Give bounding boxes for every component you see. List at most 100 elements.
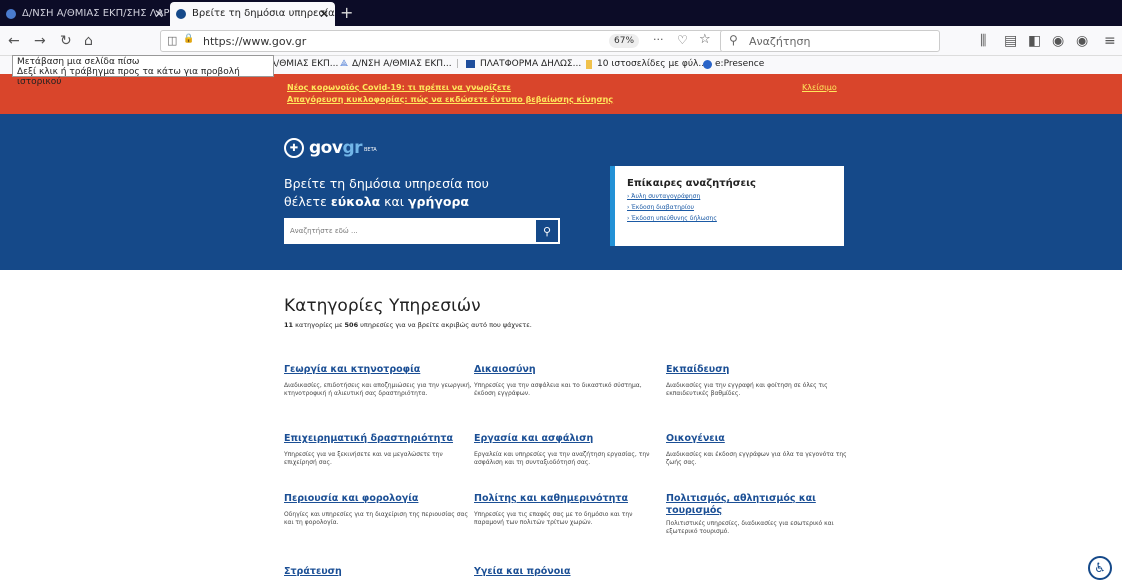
category-link[interactable]: Πολιτισμός, αθλητισμός και τουρισμός xyxy=(666,493,836,517)
category-description: Πολιτιστικές υπηρεσίες, διαδικασίες για … xyxy=(666,520,834,535)
reader-icon[interactable]: ▤ xyxy=(1004,32,1017,50)
logo-gov: gov xyxy=(309,138,343,158)
search-placeholder: Αναζήτηση xyxy=(749,35,811,48)
new-tab-button[interactable]: + xyxy=(340,3,353,23)
categories-title: Κατηγορίες Υπηρεσιών xyxy=(284,296,481,316)
category-link[interactable]: Εκπαίδευση xyxy=(666,364,856,376)
category-card: Δικαιοσύνη Υπηρεσίες για την ασφάλεια κα… xyxy=(474,364,664,398)
category-description: Οδηγίες και υπηρεσίες για τη διαχείριση … xyxy=(284,511,469,526)
service-search-input[interactable]: Αναζητήστε εδώ ... xyxy=(284,218,534,244)
category-card: Οικογένεια Διαδικασίες και έκδοση εγγράφ… xyxy=(666,433,856,467)
beta-badge: BETA xyxy=(364,147,377,153)
tooltip-line: Μετάβαση μια σελίδα πίσω xyxy=(17,57,140,67)
nav-bar: ← → ↻ ⌂ ◫ 🔒 https://www.gov.gr 67% ··· ♡… xyxy=(0,26,1122,56)
bookmark-item[interactable]: 10 ιστοσελίδες με φύλ... xyxy=(597,59,707,69)
tab-title: Δ/ΝΣΗ Α/ΘΜΙΑΣ ΕΚΠ/ΣΗΣ ΛΑΡ xyxy=(22,8,170,19)
category-link[interactable]: Πολίτης και καθημερινότητα xyxy=(474,493,664,505)
tab-dnsi[interactable]: Δ/ΝΣΗ Α/ΘΜΙΑΣ ΕΚΠ/ΣΗΣ ΛΑΡ ✕ xyxy=(0,2,170,26)
lock-icon[interactable]: 🔒 xyxy=(183,34,194,44)
category-card: Περιουσία και φορολογία Οδηγίες και υπηρ… xyxy=(284,493,474,527)
trending-searches-card: Επίκαιρες αναζητήσεις › Άυλη συνταγογράφ… xyxy=(610,166,844,246)
bookmark-item[interactable]: Δ/ΝΣΗ Α/ΘΜΙΑΣ ΕΚΠ... xyxy=(352,59,452,69)
trending-title: Επίκαιρες αναζητήσεις xyxy=(627,178,756,189)
home-icon[interactable]: ⌂ xyxy=(84,32,93,50)
category-description: Υπηρεσίες για τις επαφές σας με το δημόσ… xyxy=(474,511,633,526)
search-icon: ⚲ xyxy=(729,33,738,47)
banner-close-link[interactable]: Κλείσιμο xyxy=(802,83,837,92)
menu-icon[interactable]: ≡ xyxy=(1104,32,1116,50)
category-count: 11 xyxy=(284,321,294,329)
trending-link[interactable]: › Έκδοση υπεύθυνης δήλωσης xyxy=(627,215,844,222)
govgr-logo[interactable]: ✚ govgr BETA xyxy=(284,136,377,160)
category-description: Διαδικασίες και έκδοση εγγράφων για όλα … xyxy=(666,451,847,466)
category-link[interactable]: Επιχειρηματική δραστηριότητα xyxy=(284,433,474,445)
hero-section: ✚ govgr BETA Βρείτε τη δημόσια υπηρεσία … xyxy=(0,114,1122,270)
category-card: Εργασία και ασφάλιση Εργαλεία και υπηρεσ… xyxy=(474,433,664,467)
category-link[interactable]: Εργασία και ασφάλιση xyxy=(474,433,664,445)
tab-favicon xyxy=(6,9,16,19)
tab-favicon xyxy=(176,9,186,19)
hero-text: θέλετε xyxy=(284,194,331,209)
covid-info-link[interactable]: Νέος κορωνοϊός Covid-19: τι πρέπει να γν… xyxy=(287,83,511,92)
tab-title: Βρείτε τη δημόσια υπηρεσία π xyxy=(192,8,335,19)
category-card: Γεωργία και κτηνοτροφία Διαδικασίες, επι… xyxy=(284,364,474,398)
hero-text-bold: εύκολα xyxy=(330,194,381,209)
tab-gov[interactable]: Βρείτε τη δημόσια υπηρεσία π ✕ xyxy=(170,2,335,26)
back-icon[interactable]: ← xyxy=(8,32,20,50)
category-link[interactable]: Στράτευση xyxy=(284,566,474,578)
bookmark-item[interactable]: Α/ΘΜΙΑΣ ΕΚΠ... xyxy=(270,59,338,69)
category-link[interactable]: Γεωργία και κτηνοτροφία xyxy=(284,364,474,376)
movement-permit-link[interactable]: Απαγόρευση κυκλοφορίας: πώς να εκδώσετε … xyxy=(287,95,613,104)
search-icon: ⚲ xyxy=(542,224,552,238)
hero-text: και xyxy=(380,194,408,209)
category-description: Υπηρεσίες για την ασφάλεια και το δικαστ… xyxy=(474,382,642,397)
accessibility-icon: ♿ xyxy=(1094,560,1106,576)
close-icon[interactable]: ✕ xyxy=(154,2,164,26)
extension-icon[interactable]: ◉ xyxy=(1076,32,1088,50)
star-icon[interactable]: ☆ xyxy=(699,32,711,47)
category-link[interactable]: Δικαιοσύνη xyxy=(474,364,664,376)
logo-gr: gr xyxy=(342,138,362,158)
bookmark-item[interactable]: ΠΛΑΤΦΟΡΜΑ ΔΗΛΩΣ... xyxy=(480,59,581,69)
url-text[interactable]: https://www.gov.gr xyxy=(203,35,306,48)
pocket-icon[interactable]: ♡ xyxy=(677,33,688,47)
categories-subtitle: 11 κατηγορίες με 506 υπηρεσίες για να βρ… xyxy=(284,321,532,329)
category-description: Διαδικασίες, επιδοτήσεις και αποζημιώσει… xyxy=(284,382,472,397)
reload-icon[interactable]: ↻ xyxy=(60,32,72,50)
forward-icon[interactable]: → xyxy=(34,32,46,50)
subtitle-text: υπηρεσίες για να βρείτε ακριβώς αυτό που… xyxy=(358,321,532,329)
logo-wordmark: govgr xyxy=(309,138,362,158)
hero-heading-line1: Βρείτε τη δημόσια υπηρεσία που xyxy=(284,176,489,191)
bookmark-icon: ⟁ xyxy=(340,59,349,69)
library-icon[interactable]: ⫼ xyxy=(980,32,986,50)
hero-text-bold: γρήγορα xyxy=(408,194,469,209)
shield-icon[interactable]: ◫ xyxy=(167,34,177,47)
bookmark-item[interactable]: e:Presence xyxy=(715,59,764,69)
accessibility-button[interactable]: ♿ xyxy=(1088,556,1112,580)
close-icon[interactable]: ✕ xyxy=(319,2,329,26)
category-description: Διαδικασίες για την εγγραφή και φοίτηση … xyxy=(666,382,828,397)
account-icon[interactable]: ◉ xyxy=(1052,32,1064,50)
greek-seal-icon: ✚ xyxy=(284,138,304,158)
bookmark-icon xyxy=(703,60,712,69)
hero-heading-line2: θέλετε εύκολα και γρήγορα xyxy=(284,194,469,209)
category-link[interactable]: Υγεία και πρόνοια xyxy=(474,566,664,578)
trending-link[interactable]: › Έκδοση διαβατηρίου xyxy=(627,204,844,211)
tab-strip: Δ/ΝΣΗ Α/ΘΜΙΑΣ ΕΚΠ/ΣΗΣ ΛΑΡ ✕ Βρείτε τη δη… xyxy=(0,0,1122,26)
sidebar-icon[interactable]: ◧ xyxy=(1028,32,1041,50)
search-placeholder: Αναζητήστε εδώ ... xyxy=(290,227,358,235)
bookmark-icon xyxy=(466,60,475,68)
browser-search-input[interactable]: ⚲ Αναζήτηση xyxy=(720,30,940,52)
category-card: Πολίτης και καθημερινότητα Υπηρεσίες για… xyxy=(474,493,664,527)
zoom-level[interactable]: 67% xyxy=(609,34,640,48)
trending-link[interactable]: › Άυλη συνταγογράφηση xyxy=(627,193,844,200)
more-icon[interactable]: ··· xyxy=(653,33,664,46)
category-card: Επιχειρηματική δραστηριότητα Υπηρεσίες γ… xyxy=(284,433,474,467)
category-link[interactable]: Οικογένεια xyxy=(666,433,856,445)
category-description: Υπηρεσίες για να ξεκινήσετε και να μεγαλ… xyxy=(284,451,443,466)
category-link[interactable]: Περιουσία και φορολογία xyxy=(284,493,474,505)
service-search-button[interactable]: ⚲ xyxy=(534,218,560,244)
url-bar[interactable]: ◫ 🔒 https://www.gov.gr 67% ··· ♡ ☆ xyxy=(160,30,724,52)
subtitle-text: κατηγορίες με xyxy=(293,321,345,329)
category-card: Στράτευση xyxy=(284,566,474,578)
